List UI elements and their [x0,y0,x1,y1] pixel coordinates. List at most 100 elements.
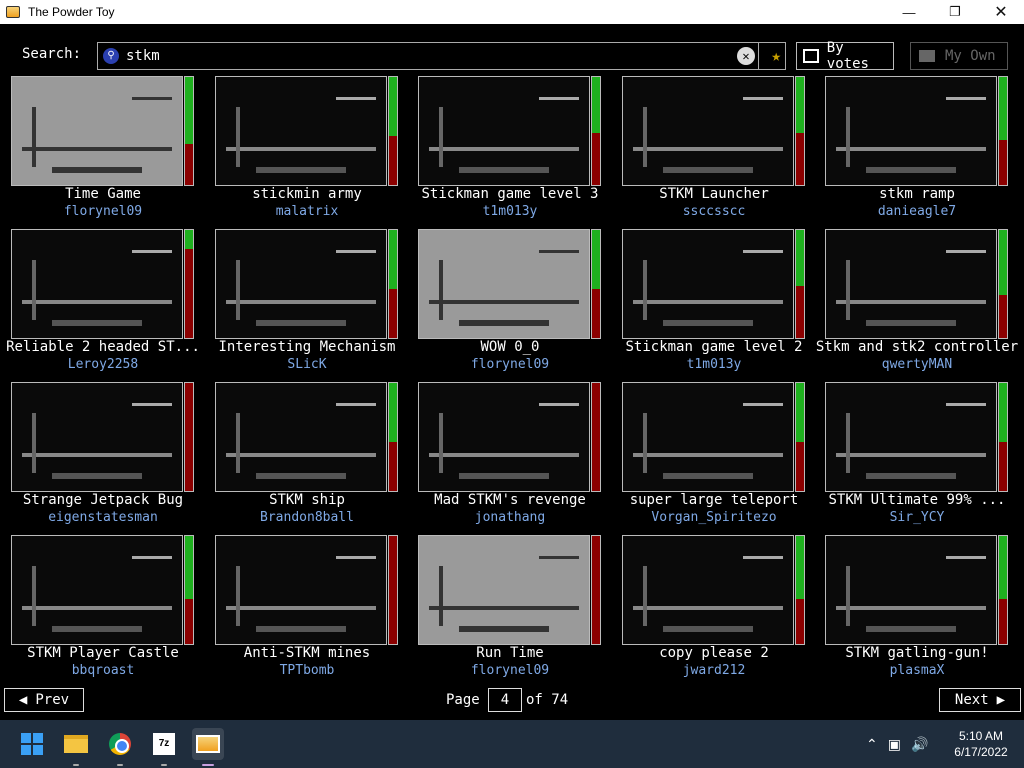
save-card[interactable]: Time Game florynel09 [11,76,197,226]
save-card[interactable]: STKM ship Brandon8ball [215,382,401,532]
thumbnail-detail [236,260,240,320]
save-author[interactable]: t1m013y [408,204,612,219]
save-thumbnail[interactable] [622,382,794,492]
thumbnail-detail [846,566,850,626]
save-card[interactable]: Interesting Mechanism SLicK [215,229,401,379]
save-card[interactable]: copy please 2 jward212 [622,535,808,685]
save-author[interactable]: Vorgan_Spiritezo [612,510,816,525]
save-author[interactable]: jonathang [408,510,612,525]
save-card[interactable]: Reliable 2 headed ST... Leroy2258 [6,229,200,379]
prev-page-button[interactable]: ◀ Prev [4,688,84,712]
thumbnail-detail [429,606,579,610]
save-thumbnail[interactable] [418,229,590,339]
save-card[interactable]: stkm ramp danieagle7 [825,76,1011,226]
thumbnail-detail [429,300,579,304]
favorite-star-icon[interactable]: ★ [771,46,781,65]
save-thumbnail[interactable] [825,382,997,492]
search-input[interactable]: ⚲ stkm ✕ ★ [97,42,786,70]
thumbnail-detail [52,626,142,632]
save-card[interactable]: STKM Ultimate 99% ... Sir_YCY [825,382,1011,532]
save-author[interactable]: plasmaX [815,663,1019,678]
save-title: stkm ramp [879,186,955,202]
save-author[interactable]: qwertyMAN [815,357,1019,372]
save-author[interactable]: bbqroast [1,663,205,678]
save-author[interactable]: TPTbomb [205,663,409,678]
save-thumbnail[interactable] [215,535,387,645]
save-author[interactable]: t1m013y [612,357,816,372]
save-thumbnail[interactable] [418,535,590,645]
my-own-button[interactable]: My Own [910,42,1008,70]
file-explorer-icon [64,735,88,753]
vote-bar-upvotes [796,536,804,599]
page-number-input[interactable]: 4 [488,688,522,712]
minimize-button[interactable]: — [886,0,932,24]
volume-icon[interactable]: 🔊 [911,736,928,753]
save-card[interactable]: Stickman game level 2 t1m013y [622,229,808,379]
chevron-up-icon[interactable]: ⌃ [866,736,878,753]
network-icon[interactable]: ▣ [888,736,901,753]
save-author[interactable]: florynel09 [1,204,205,219]
sort-by-votes-button[interactable]: By votes [796,40,894,72]
search-label: Search: [22,46,82,62]
thumbnail-detail [336,250,376,253]
vote-bar [388,382,398,492]
save-card[interactable]: Anti-STKM mines TPTbomb [215,535,401,685]
start-button[interactable] [16,728,48,760]
save-card[interactable]: WOW 0_0 florynel09 [418,229,604,379]
save-thumbnail[interactable] [11,229,183,339]
taskbar-chrome[interactable] [104,728,136,766]
clear-search-icon[interactable]: ✕ [737,47,755,65]
save-author[interactable]: eigenstatesman [1,510,205,525]
save-thumbnail[interactable] [11,535,183,645]
save-card[interactable]: super large teleport Vorgan_Spiritezo [622,382,808,532]
save-card[interactable]: Stickman game level 3 t1m013y [418,76,604,226]
active-indicator [202,764,214,766]
taskbar-clock[interactable]: 5:10 AM 6/17/2022 [944,728,1018,760]
save-author[interactable]: Leroy2258 [1,357,205,372]
save-card[interactable]: Stkm and stk2 controller qwertyMAN [816,229,1018,379]
save-thumbnail[interactable] [418,76,590,186]
save-thumbnail[interactable] [825,76,997,186]
save-thumbnail[interactable] [215,76,387,186]
taskbar-powder-toy[interactable] [192,728,224,766]
save-thumbnail[interactable] [215,382,387,492]
save-card[interactable]: Mad STKM's revenge jonathang [418,382,604,532]
save-author[interactable]: Sir_YCY [815,510,1019,525]
maximize-button[interactable]: ❐ [932,0,978,24]
save-author[interactable]: florynel09 [408,357,612,372]
save-card[interactable]: Strange Jetpack Bug eigenstatesman [11,382,197,532]
next-label: Next [954,692,989,708]
thumbnail-detail [663,473,753,479]
taskbar-7zip[interactable]: 7z [148,728,180,766]
thumbnail-detail [643,413,647,473]
save-card[interactable]: stickmin army malatrix [215,76,401,226]
thumbnail-detail [846,107,850,167]
save-thumbnail[interactable] [825,535,997,645]
save-author[interactable]: Brandon8ball [205,510,409,525]
save-author[interactable]: ssccsscc [612,204,816,219]
save-thumbnail[interactable] [825,229,997,339]
close-button[interactable]: ✕ [978,0,1024,24]
save-thumbnail[interactable] [11,76,183,186]
thumbnail-detail [32,413,36,473]
save-card[interactable]: Run Time florynel09 [418,535,604,685]
save-card[interactable]: STKM gatling-gun! plasmaX [825,535,1011,685]
save-card[interactable]: STKM Player Castle bbqroast [11,535,197,685]
save-author[interactable]: danieagle7 [815,204,1019,219]
save-author[interactable]: SLicK [205,357,409,372]
save-thumbnail[interactable] [418,382,590,492]
next-page-button[interactable]: Next ▶ [939,688,1021,712]
save-author[interactable]: florynel09 [408,663,612,678]
save-thumbnail[interactable] [11,382,183,492]
save-thumbnail[interactable] [215,229,387,339]
taskbar-file-explorer[interactable] [60,728,92,766]
save-thumbnail[interactable] [622,229,794,339]
save-author[interactable]: malatrix [205,204,409,219]
save-thumbnail[interactable] [622,76,794,186]
thumbnail-detail [866,167,956,173]
thumbnail-detail [22,300,172,304]
save-author[interactable]: jward212 [612,663,816,678]
save-card[interactable]: STKM Launcher ssccsscc [622,76,808,226]
save-thumbnail[interactable] [622,535,794,645]
thumbnail-detail [459,320,549,326]
